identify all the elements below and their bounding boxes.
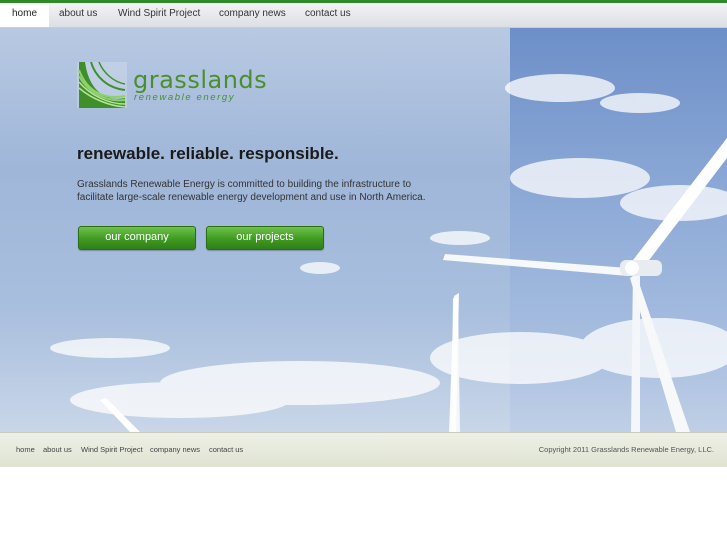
footer-copyright: Copyright 2011 Grasslands Renewable Ener… (538, 445, 714, 454)
footer-link-company-news[interactable]: company news (150, 445, 200, 454)
logo-wordmark: grasslands (133, 66, 268, 94)
grasslands-logo[interactable]: grasslands renewable energy (77, 61, 267, 108)
page-headline: renewable. reliable. responsible. (77, 144, 339, 163)
our-projects-button[interactable]: our projects (206, 226, 324, 250)
nav-wind-spirit-project[interactable]: Wind Spirit Project (118, 3, 200, 27)
intro-text: Grasslands Renewable Energy is committed… (77, 179, 426, 203)
footer-link-about-us[interactable]: about us (43, 445, 72, 454)
logo-tagline: renewable energy (134, 92, 236, 103)
nav-contact-us[interactable]: contact us (305, 3, 351, 27)
our-company-button[interactable]: our company (78, 226, 196, 250)
nav-home[interactable]: home (0, 3, 50, 27)
hero-banner: grasslands renewable energy renewable. r… (0, 28, 727, 432)
nav-about-us[interactable]: about us (59, 3, 97, 27)
nav-company-news[interactable]: company news (219, 3, 286, 27)
footer-link-wind-spirit-project[interactable]: Wind Spirit Project (81, 445, 143, 454)
grass-wave-icon (77, 61, 127, 108)
footer-link-home[interactable]: home (16, 445, 35, 454)
footer-link-contact-us[interactable]: contact us (209, 445, 243, 454)
footer: home about us Wind Spirit Project compan… (0, 432, 727, 467)
main-nav: home about us Wind Spirit Project compan… (0, 3, 727, 28)
